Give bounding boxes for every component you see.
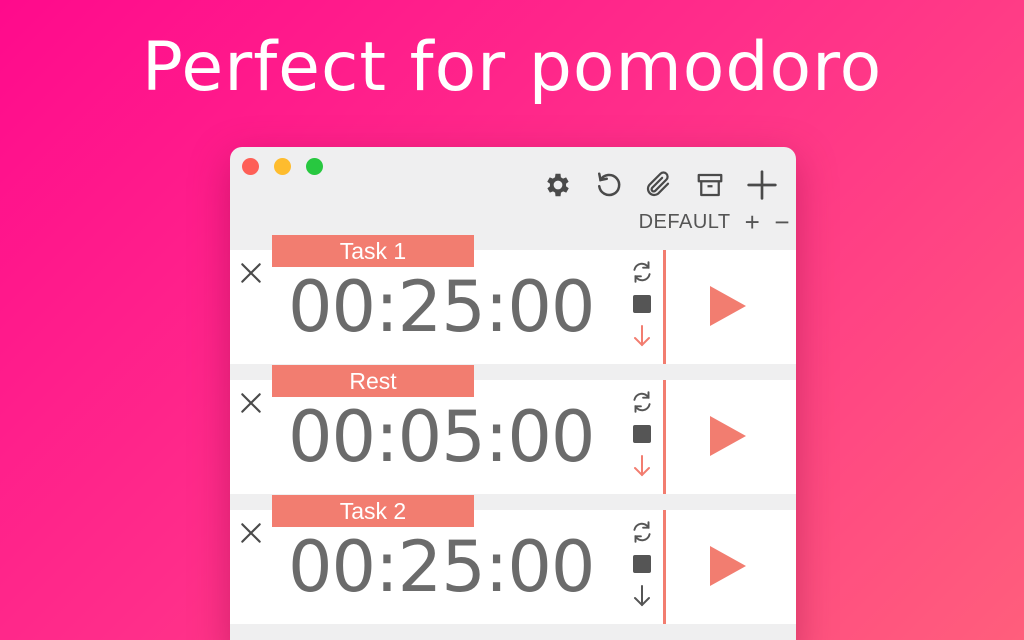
timer-display: 00:25:00: [288, 526, 595, 608]
archive-icon: [697, 173, 723, 197]
repeat-button[interactable]: [628, 518, 656, 546]
arrow-down-icon: [634, 455, 650, 477]
stop-icon: [633, 425, 651, 443]
add-timer-button[interactable]: [744, 167, 780, 203]
play-button[interactable]: [702, 542, 750, 590]
repeat-button[interactable]: [628, 388, 656, 416]
remove-timer-button[interactable]: [238, 260, 264, 286]
timer-label[interactable]: Task 2: [272, 495, 474, 527]
timer-display: 00:25:00: [288, 266, 595, 348]
stop-icon: [633, 295, 651, 313]
stop-button[interactable]: [628, 290, 656, 318]
timer-row: Task 1 00:25:00: [230, 235, 796, 364]
plus-icon: [747, 170, 777, 200]
toolbar: [540, 167, 790, 203]
attach-button[interactable]: [640, 167, 676, 203]
arrow-down-icon: [634, 585, 650, 607]
reset-icon: [598, 172, 621, 197]
headline: Perfect for pomodoro: [141, 28, 883, 107]
close-window-button[interactable]: [242, 158, 259, 175]
move-down-button[interactable]: [628, 452, 656, 480]
profile-selector: DEFAULT + −: [600, 208, 790, 236]
remove-timer-button[interactable]: [238, 520, 264, 546]
timer-label[interactable]: Task 1: [272, 235, 474, 267]
zoom-window-button[interactable]: [306, 158, 323, 175]
gear-icon: [547, 173, 569, 197]
stop-button[interactable]: [628, 420, 656, 448]
stop-button[interactable]: [628, 550, 656, 578]
repeat-icon: [633, 261, 651, 283]
remove-timer-button[interactable]: [238, 390, 264, 416]
timer-display: 00:05:00: [288, 396, 595, 478]
arrow-down-icon: [634, 325, 650, 347]
timer-row: Rest 00:05:00: [230, 365, 796, 494]
repeat-icon: [633, 391, 651, 413]
play-icon: [710, 546, 746, 586]
repeat-icon: [633, 521, 651, 543]
play-icon: [710, 416, 746, 456]
timer-row: Task 2 00:25:00: [230, 495, 796, 624]
close-icon: [241, 263, 261, 283]
close-icon: [241, 523, 261, 543]
stop-icon: [633, 555, 651, 573]
row-divider: [663, 250, 666, 364]
reset-all-button[interactable]: [590, 167, 626, 203]
timer-label[interactable]: Rest: [272, 365, 474, 397]
add-profile-button[interactable]: +: [745, 209, 761, 235]
archive-button[interactable]: [692, 167, 728, 203]
move-down-button[interactable]: [628, 582, 656, 610]
profile-name[interactable]: DEFAULT: [639, 211, 731, 234]
repeat-button[interactable]: [628, 258, 656, 286]
close-icon: [241, 393, 261, 413]
play-button[interactable]: [702, 282, 750, 330]
play-icon: [710, 286, 746, 326]
row-divider: [663, 510, 666, 624]
settings-button[interactable]: [540, 167, 576, 203]
row-divider: [663, 380, 666, 494]
remove-profile-button[interactable]: −: [774, 209, 790, 235]
move-down-button[interactable]: [628, 322, 656, 350]
play-button[interactable]: [702, 412, 750, 460]
paperclip-icon: [646, 171, 670, 197]
minimize-window-button[interactable]: [274, 158, 291, 175]
